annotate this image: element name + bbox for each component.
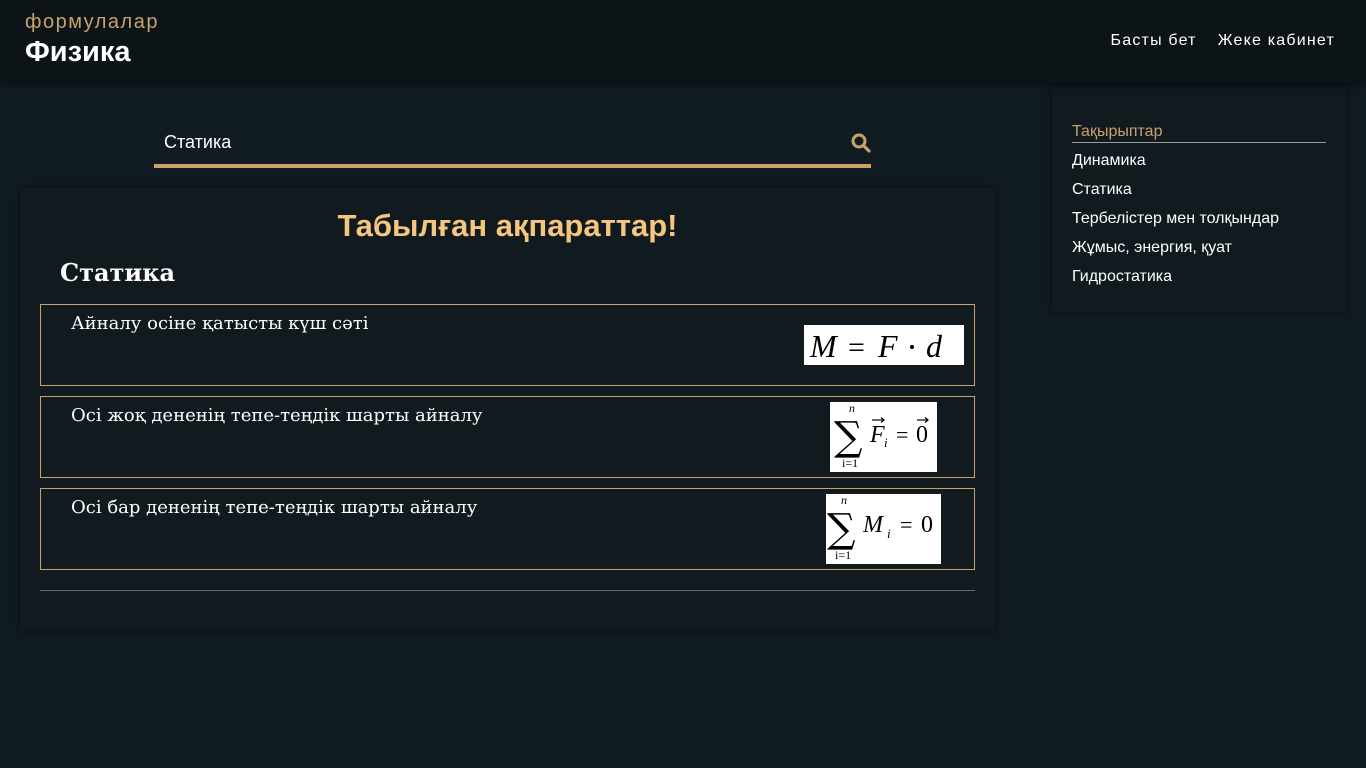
svg-text:d: d [926,328,943,364]
formula-image-moment: M = F d [804,325,964,365]
formula-card[interactable]: Осі жоқ дененің тепе-теңдік шарты айналу… [40,396,975,478]
formula-image-force-sum: n ∑ i=1 F i = 0 [830,402,937,472]
svg-text:0: 0 [921,512,933,538]
top-nav: Басты бет Жеке кабинет [1111,32,1335,50]
results-heading: Табылған ақпараттар! [337,208,678,243]
svg-text:i=1: i=1 [835,548,851,562]
sidebar-item-oscillations[interactable]: Тербелістер мен толқындар [1072,210,1279,239]
svg-text:0: 0 [916,422,928,448]
sidebar-item-work-energy[interactable]: Жұмыс, энергия, қуат [1072,239,1279,268]
svg-text:i=1: i=1 [842,456,858,470]
brand-title[interactable]: Физика [25,36,130,69]
divider [40,590,975,591]
search-input[interactable] [154,121,834,164]
formula-card[interactable]: Осі бар дененің тепе-теңдік шарты айналу… [40,488,975,570]
results-panel: Табылған ақпараттар! Статика Айналу осін… [20,188,995,631]
nav-home-link[interactable]: Басты бет [1111,32,1197,50]
svg-text:=: = [896,422,908,447]
svg-text:∑: ∑ [834,414,863,460]
formula-card[interactable]: Айналу осіне қатысты күш сәті M = F d [40,304,975,386]
svg-text:=: = [900,512,912,537]
sidebar-item-dynamics[interactable]: Динамика [1072,152,1279,181]
svg-text:M: M [862,512,885,538]
sidebar-item-statics[interactable]: Статика [1072,181,1279,210]
section-title: Статика [60,258,176,287]
brand-subtitle: формулалар [25,11,159,33]
svg-text:M: M [809,328,839,364]
svg-text:=: = [848,331,865,364]
svg-text:∑: ∑ [827,506,856,552]
formula-name: Айналу осіне қатысты күш сәті [71,313,369,334]
formula-name: Осі жоқ дененің тепе-теңдік шарты айналу [71,405,483,426]
search-bar [154,121,871,168]
nav-cabinet-link[interactable]: Жеке кабинет [1218,32,1335,50]
svg-text:i: i [884,435,888,450]
sidebar-list: Динамика Статика Тербелістер мен толқынд… [1072,152,1279,297]
topics-sidebar: Тақырыптар Динамика Статика Тербелістер … [1052,86,1346,312]
search-icon[interactable] [851,133,871,153]
svg-text:F: F [877,328,898,364]
sidebar-heading: Тақырыптар [1072,123,1326,143]
sidebar-item-hydrostatics[interactable]: Гидростатика [1072,268,1279,297]
formula-name: Осі бар дененің тепе-теңдік шарты айналу [71,497,478,518]
top-header: формулалар Физика Басты бет Жеке кабинет [0,0,1366,82]
svg-text:i: i [887,526,891,541]
formula-image-moment-sum: n ∑ i=1 M i = 0 [826,494,941,564]
svg-text:F: F [869,422,885,448]
